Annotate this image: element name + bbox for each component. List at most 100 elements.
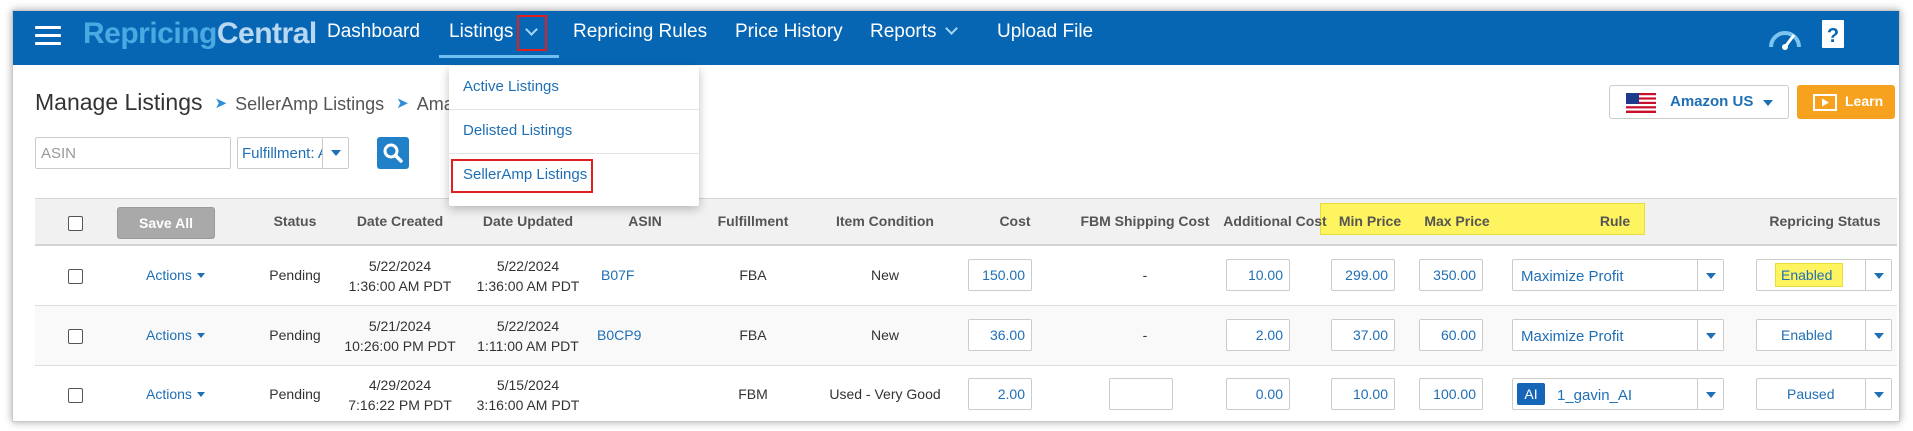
fulfillment-cell: FBA [739,327,767,343]
date-updated-time: 1:11:00 AM PDT [477,338,579,354]
marketplace-selector[interactable]: Amazon US [1609,85,1789,119]
nav-repricing-rules[interactable]: Repricing Rules [573,21,707,43]
nav-price-history[interactable]: Price History [735,21,843,43]
asin-link[interactable]: B07F [601,267,634,283]
search-button[interactable] [377,137,409,169]
logo-part1: Repricing [83,17,217,50]
cost-input[interactable]: 2.00 [968,378,1032,410]
actions-dropdown[interactable]: Actions [146,386,205,402]
repricing-status-select[interactable]: Paused [1756,378,1892,410]
breadcrumb-separator-icon: ➤ [214,95,228,112]
repricing-status-select[interactable]: Enabled [1756,259,1892,291]
header-cost[interactable]: Cost [975,213,1055,229]
rule-select-value: Maximize Profit [1521,268,1624,285]
marketplace-label: Amazon US [1670,93,1754,110]
caret-down-icon[interactable] [322,138,348,168]
select-all-checkbox[interactable] [68,216,83,231]
max-price-input[interactable]: 100.00 [1419,378,1483,410]
rule-select[interactable]: Maximize Profit [1512,259,1724,291]
header-date-created[interactable]: Date Created [330,213,470,229]
header-item-condition[interactable]: Item Condition [815,213,955,229]
caret-down-icon[interactable] [1865,320,1891,350]
header-fulfillment[interactable]: Fulfillment [693,213,813,229]
listings-dropdown-toggle[interactable] [517,15,547,51]
nav-reports[interactable]: Reports [870,21,958,43]
header-min-price[interactable]: Min Price [1320,213,1420,229]
fbm-shipping-input[interactable] [1109,378,1173,410]
menu-item-active-listings[interactable]: Active Listings [449,66,699,110]
date-updated-cell: 5/22/2024 1:11:00 AM PDT [458,316,598,356]
header-date-updated[interactable]: Date Updated [458,213,598,229]
condition-cell: Used - Very Good [829,386,941,402]
fulfillment-cell: FBA [739,267,767,283]
min-price-input[interactable]: 299.00 [1331,259,1395,291]
header-rule[interactable]: Rule [1565,213,1665,229]
repricing-status-value: Enabled [1781,267,1833,283]
actions-dropdown[interactable]: Actions [146,267,205,283]
caret-down-icon[interactable] [1697,320,1723,350]
learn-button[interactable]: Learn [1797,85,1895,119]
date-created-cell: 5/21/2024 10:26:00 PM PDT [330,316,470,356]
table-row: Actions Pending 5/22/2024 1:36:00 AM PDT … [35,246,1897,306]
breadcrumb-separator-icon: ➤ [396,95,409,112]
header-max-price[interactable]: Max Price [1407,213,1507,229]
asin-link[interactable]: B0CP9 [597,327,641,343]
date-created-time: 1:36:00 AM PDT [348,278,452,294]
speedometer-icon[interactable] [1767,23,1803,56]
caret-down-icon[interactable] [1697,379,1723,409]
menu-item-label: Delisted Listings [463,122,573,139]
caret-down-icon[interactable] [1865,379,1891,409]
row-checkbox[interactable] [68,329,83,344]
repricing-status-select[interactable]: Enabled [1756,319,1892,351]
date-updated-date: 5/15/2024 [496,377,560,393]
svg-text:?: ? [1827,25,1839,47]
rule-select[interactable]: Maximize Profit [1512,319,1724,351]
additional-cost-input[interactable]: 2.00 [1226,319,1290,351]
hamburger-menu-icon[interactable] [35,23,61,47]
nav-upload-file[interactable]: Upload File [997,21,1093,43]
fbm-shipping-cell: - [1142,267,1148,283]
cost-input[interactable]: 36.00 [968,319,1032,351]
caret-down-icon[interactable] [1697,260,1723,290]
video-icon [1813,94,1837,111]
date-updated-time: 1:36:00 AM PDT [476,278,580,294]
header-repricing-status[interactable]: Repricing Status [1750,213,1899,229]
additional-cost-input[interactable]: 0.00 [1226,378,1290,410]
breadcrumb-sellerapp[interactable]: SellerAmp Listings [235,94,384,114]
cost-input[interactable]: 150.00 [968,259,1032,291]
listings-table: Save All Status Date Created Date Update… [35,198,1897,421]
date-updated-cell: 5/22/2024 1:36:00 AM PDT [458,256,598,296]
status-cell: Pending [269,327,321,343]
header-asin[interactable]: ASIN [595,213,695,229]
row-checkbox[interactable] [68,388,83,403]
rule-select-value: 1_gavin_AI [1557,387,1633,404]
help-icon[interactable]: ? [1821,19,1845,54]
caret-down-icon[interactable] [1865,260,1891,290]
row-checkbox[interactable] [68,269,83,284]
nav-listings[interactable]: Listings [449,21,513,43]
date-updated-time: 3:16:00 AM PDT [476,397,580,413]
fulfillment-filter-select[interactable]: Fulfillment: All [237,137,349,169]
save-all-button[interactable]: Save All [117,207,215,239]
date-created-cell: 4/29/2024 7:16:22 PM PDT [330,375,470,415]
status-cell: Pending [269,386,321,402]
header-status[interactable]: Status [255,213,335,229]
date-created-date: 4/29/2024 [368,377,432,393]
asin-search-input[interactable] [35,137,231,169]
rule-select[interactable]: AI 1_gavin_AI [1512,378,1724,410]
max-price-input[interactable]: 350.00 [1419,259,1483,291]
min-price-input[interactable]: 37.00 [1331,319,1395,351]
max-price-input[interactable]: 60.00 [1419,319,1483,351]
table-header: Save All Status Date Created Date Update… [35,198,1897,246]
menu-item-delisted-listings[interactable]: Delisted Listings [449,110,699,154]
date-created-date: 5/21/2024 [368,318,432,334]
min-price-input[interactable]: 10.00 [1331,378,1395,410]
date-updated-date: 5/22/2024 [496,258,560,274]
logo[interactable]: RepricingCentral [83,17,317,51]
additional-cost-input[interactable]: 10.00 [1226,259,1290,291]
nav-dashboard[interactable]: Dashboard [327,21,420,43]
actions-dropdown[interactable]: Actions [146,327,205,343]
logo-part2: Central [216,17,317,50]
page-title: Manage Listings [35,89,203,115]
table-row: Actions Pending 5/21/2024 10:26:00 PM PDT… [35,306,1897,366]
